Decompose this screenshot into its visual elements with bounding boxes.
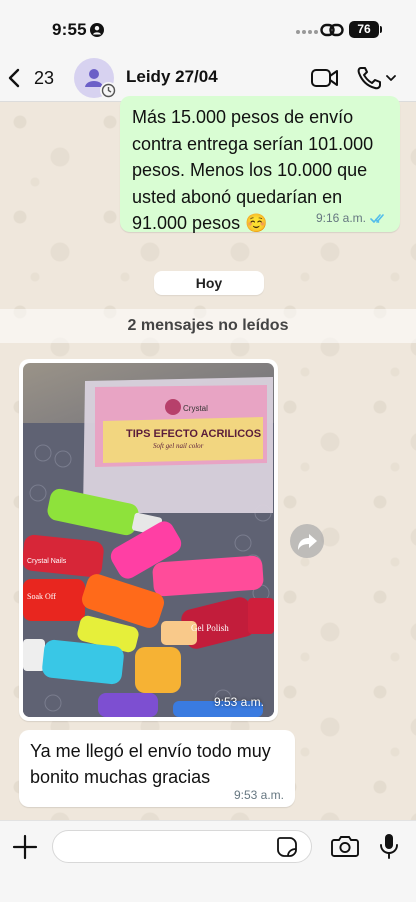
contact-name[interactable]: Leidy 27/04 <box>126 67 218 87</box>
message-input[interactable] <box>52 830 312 863</box>
status-bar: 9:55 76 <box>0 0 416 54</box>
message-photo[interactable]: Crystal TIPS EFECTO ACRILICOS Soft gel n… <box>23 363 274 717</box>
box-label: TIPS EFECTO ACRILICOS <box>126 428 261 440</box>
forward-button[interactable] <box>290 524 324 558</box>
polish-label-1: Crystal Nails <box>27 558 67 565</box>
forward-icon <box>298 534 317 550</box>
chat-header: 23 Leidy 27/04 <box>0 54 416 102</box>
outgoing-message[interactable]: Más 15.000 pesos de envío contra entrega… <box>120 96 400 233</box>
polish-label-2: Soak Off <box>27 592 56 601</box>
read-ticks-icon <box>370 213 384 223</box>
mic-icon[interactable] <box>378 832 400 860</box>
battery-cap <box>380 26 382 33</box>
date-divider: Hoy <box>154 271 264 295</box>
composer-bar <box>0 820 416 902</box>
image-message[interactable]: Crystal TIPS EFECTO ACRILICOS Soft gel n… <box>19 359 278 721</box>
message-time: 9:16 a.m. <box>315 211 366 225</box>
unread-divider: 2 mensajes no leídos <box>0 309 416 343</box>
message-meta: 9:16 a.m. <box>316 211 388 225</box>
message-time: 9:53 a.m. <box>213 695 264 709</box>
unread-chats-count: 23 <box>34 67 55 88</box>
signal-icon <box>296 30 318 34</box>
battery-indicator: 76 <box>349 21 379 38</box>
message-text: Ya me llegó el envío todo muy bonito muc… <box>30 741 271 787</box>
message-time: 9:53 a.m. <box>233 788 284 802</box>
box-sublabel: Soft gel nail color <box>153 442 204 450</box>
box-brand: Crystal <box>183 404 208 413</box>
sticker-icon[interactable] <box>276 836 298 858</box>
status-time: 9:55 <box>52 20 87 39</box>
back-button[interactable]: 23 <box>6 64 54 92</box>
polish-label-3: Gel Polish <box>191 623 229 633</box>
chevron-left-icon <box>8 68 20 88</box>
phone-icon[interactable] <box>356 65 396 91</box>
link-icon <box>320 23 344 37</box>
camera-icon[interactable] <box>331 834 359 858</box>
disappearing-timer-icon <box>100 82 117 99</box>
incoming-message[interactable]: Ya me llegó el envío todo muy bonito muc… <box>19 730 295 807</box>
plus-icon[interactable] <box>12 834 38 860</box>
person-status-icon <box>90 23 104 37</box>
nail-polish-photo: Crystal TIPS EFECTO ACRILICOS Soft gel n… <box>23 377 274 717</box>
video-icon[interactable] <box>310 67 340 89</box>
